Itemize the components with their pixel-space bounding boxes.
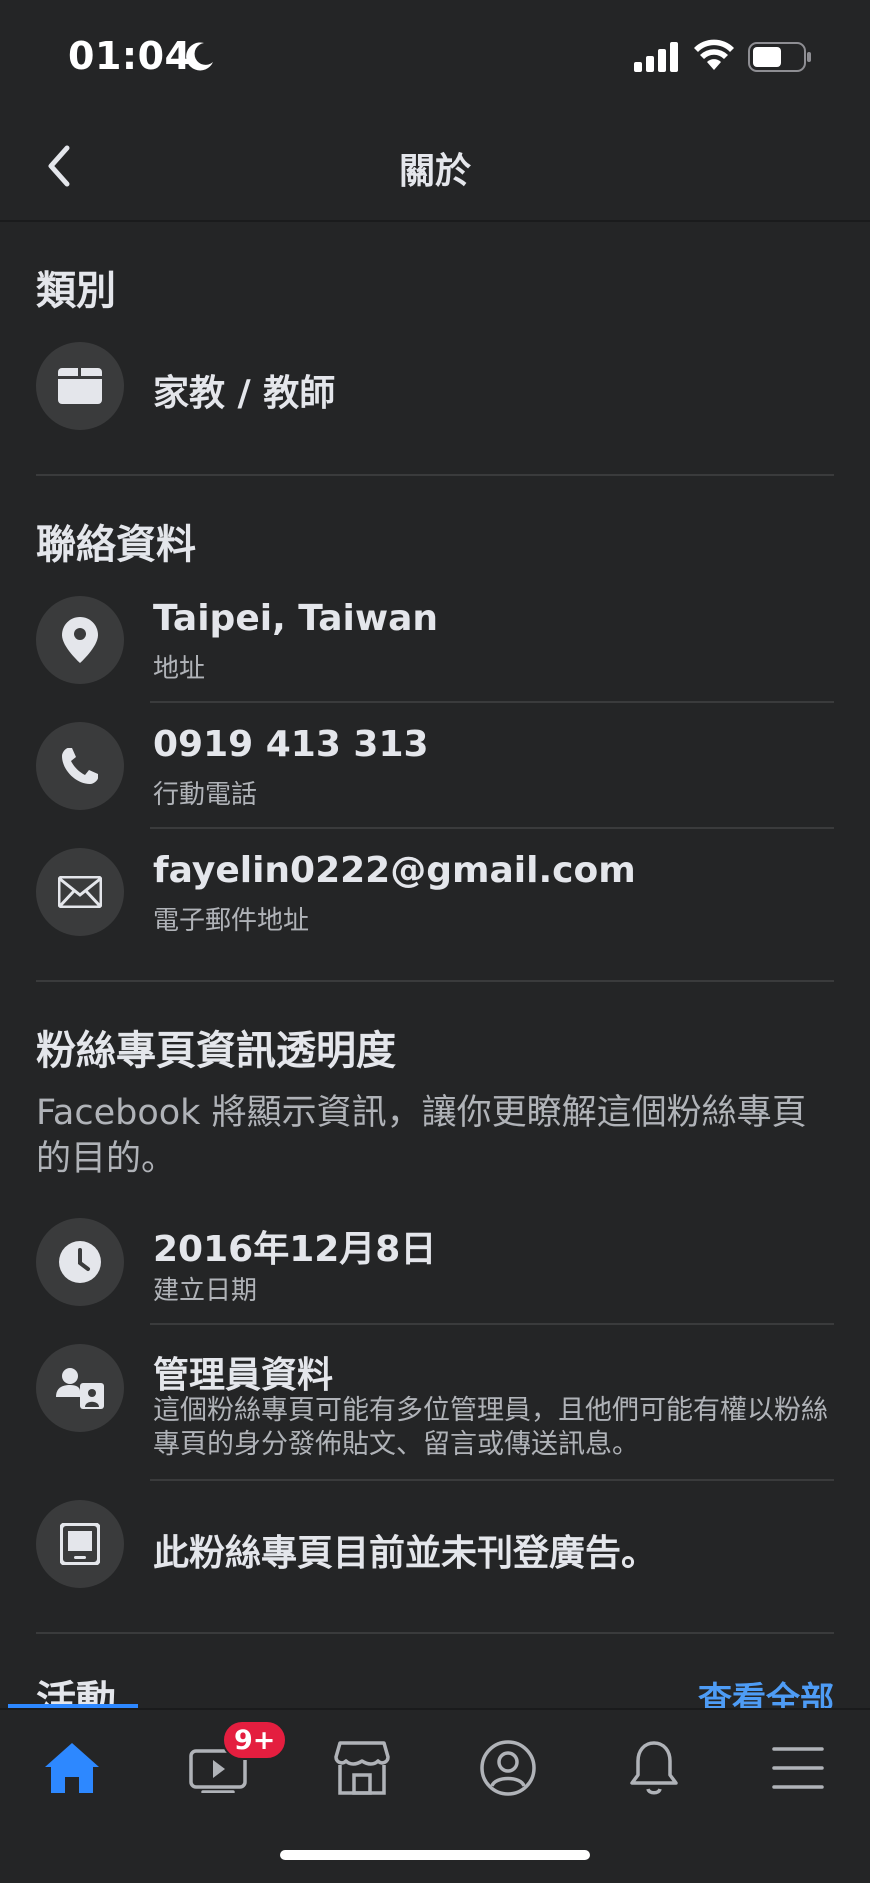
email-value[interactable]: fayelin0222@gmail.com (153, 850, 636, 891)
admin-info-title[interactable]: 管理員資料 (153, 1346, 333, 1398)
ads-device-icon (60, 1523, 100, 1565)
transparency-description: Facebook 將顯示資訊，讓你更瞭解這個粉絲專頁的目的。 (36, 1093, 807, 1179)
category-section-title: 類別 (36, 268, 116, 314)
page-title: 關於 (398, 151, 471, 192)
contact-section-title: 聯絡資料 (36, 522, 196, 568)
row-divider (150, 701, 834, 703)
location-pin-icon (62, 617, 98, 663)
email-label: 電子郵件地址 (153, 906, 310, 936)
address-value[interactable]: Taipei, Taiwan (153, 598, 438, 639)
clock-icon-circle (36, 1218, 124, 1306)
tab-marketplace[interactable] (322, 1728, 402, 1808)
ads-icon-circle (36, 1500, 124, 1588)
phone-value[interactable]: 0919 413 313 (153, 724, 429, 765)
marketplace-store-icon (334, 1741, 390, 1795)
category-icon-circle (36, 342, 124, 430)
phone-icon (62, 748, 98, 784)
row-divider (150, 1479, 834, 1481)
creation-date-value: 2016年12月8日 (153, 1229, 437, 1270)
wifi-icon (694, 39, 734, 70)
address-label: 地址 (153, 654, 206, 684)
battery-icon (748, 42, 811, 72)
profile-icon (480, 1740, 536, 1796)
hamburger-menu-icon (772, 1747, 824, 1789)
bell-icon (630, 1741, 678, 1795)
tab-home[interactable] (32, 1728, 112, 1808)
tab-menu[interactable] (758, 1728, 838, 1808)
admins-icon-circle (36, 1344, 124, 1432)
category-value[interactable]: 家教 / 教師 (153, 364, 335, 416)
tab-profile[interactable] (468, 1728, 548, 1808)
section-divider (36, 1632, 834, 1634)
row-divider (150, 1323, 834, 1325)
mail-icon-circle (36, 848, 124, 936)
admin-info-description: 這個粉絲專頁可能有多位管理員，且他們可能有權以粉絲專頁的身分發佈貼文、留言或傳送… (153, 1395, 828, 1460)
tab-notifications[interactable] (614, 1728, 694, 1808)
section-divider (36, 980, 834, 982)
transparency-section-title: 粉絲專頁資訊透明度 (36, 1028, 396, 1074)
moon-icon (186, 42, 213, 71)
status-time: 01:04 (68, 34, 192, 78)
clock-icon (59, 1241, 101, 1283)
mail-icon (58, 876, 102, 908)
home-indicator (280, 1850, 590, 1860)
creation-date-label: 建立日期 (153, 1276, 258, 1306)
location-icon-circle (36, 596, 124, 684)
status-bar: 01:04 (0, 0, 870, 110)
phone-icon-circle (36, 722, 124, 810)
section-divider (36, 474, 834, 476)
active-tab-indicator (8, 1704, 138, 1708)
home-icon (45, 1743, 99, 1793)
row-divider (150, 827, 834, 829)
screen: 01:04 關於 類別 家教 / 教師 聯絡資料 Taipei, Taiwan … (0, 0, 870, 1883)
category-icon (58, 368, 102, 404)
cellular-signal-icon (634, 42, 678, 72)
nav-header: 關於 (0, 110, 870, 222)
watch-badge: 9+ (222, 1720, 288, 1760)
phone-label: 行動電話 (153, 780, 258, 810)
ads-status[interactable]: 此粉絲專頁目前並未刊登廣告。 (153, 1524, 657, 1576)
admins-icon (56, 1368, 104, 1409)
